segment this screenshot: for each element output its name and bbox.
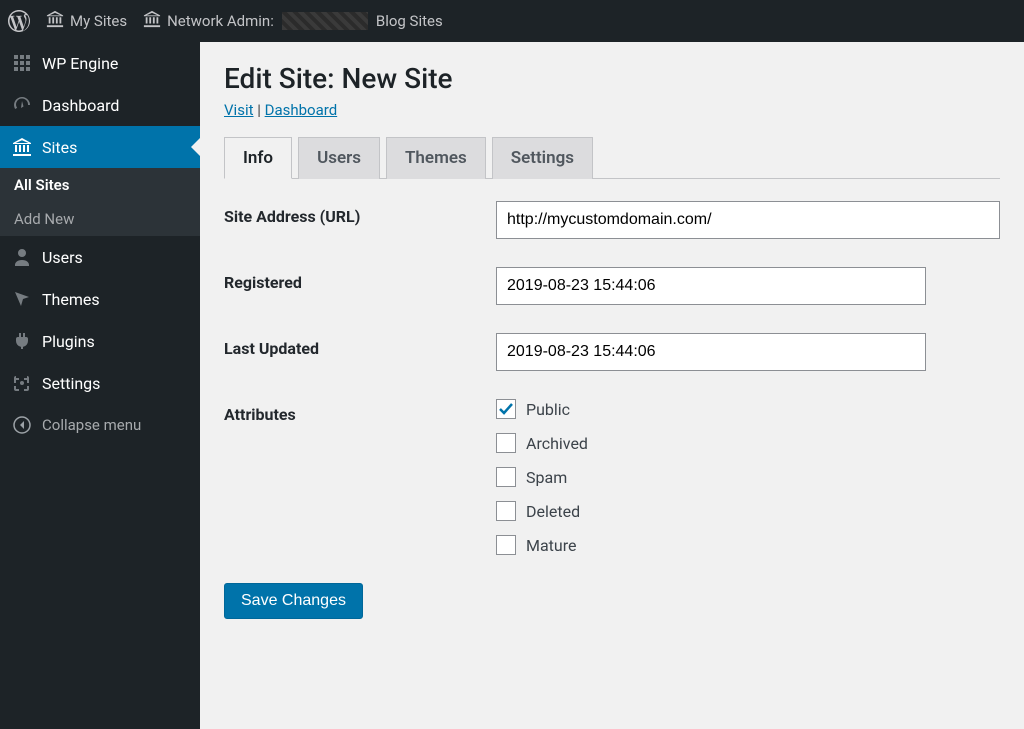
- mysites-label: My Sites: [70, 12, 127, 30]
- menu-wpengine[interactable]: WP Engine: [0, 42, 200, 84]
- input-registered[interactable]: [496, 267, 926, 305]
- network-admin-link[interactable]: Network Admin: Blog Sites: [143, 10, 443, 32]
- menu-sites-label: Sites: [42, 138, 77, 157]
- menu-themes-label: Themes: [42, 290, 100, 309]
- menu-dashboard-label: Dashboard: [42, 96, 119, 115]
- menu-users[interactable]: Users: [0, 236, 200, 278]
- attr-deleted-label: Deleted: [526, 502, 580, 521]
- admin-toolbar: My Sites Network Admin: Blog Sites: [0, 0, 1024, 42]
- tab-settings[interactable]: Settings: [492, 137, 593, 179]
- sites-icon: [12, 137, 32, 157]
- main-content: Edit Site: New Site Visit | Dashboard In…: [200, 42, 1024, 729]
- separator: |: [257, 101, 264, 119]
- collapse-label: Collapse menu: [42, 416, 141, 434]
- label-registered: Registered: [224, 267, 496, 292]
- menu-plugins-label: Plugins: [42, 332, 95, 351]
- submenu-add-new[interactable]: Add New: [0, 202, 200, 236]
- attr-spam-label: Spam: [526, 468, 567, 487]
- mysites-link[interactable]: My Sites: [46, 10, 127, 32]
- subactions: Visit | Dashboard: [224, 101, 1000, 119]
- nav-tabs: Info Users Themes Settings: [224, 137, 1000, 179]
- settings-icon: [12, 373, 32, 393]
- submenu-sites: All Sites Add New: [0, 168, 200, 236]
- redacted-sitename: [282, 12, 368, 30]
- tab-themes[interactable]: Themes: [386, 137, 486, 179]
- menu-wpengine-label: WP Engine: [42, 54, 118, 73]
- submenu-all-sites[interactable]: All Sites: [0, 168, 200, 202]
- label-attributes: Attributes: [224, 399, 496, 424]
- input-last-updated[interactable]: [496, 333, 926, 371]
- page-title: Edit Site: New Site: [224, 62, 1000, 95]
- checkbox-archived[interactable]: [496, 433, 516, 453]
- checkbox-deleted[interactable]: [496, 501, 516, 521]
- attr-mature-label: Mature: [526, 536, 576, 555]
- menu-sites[interactable]: Sites: [0, 126, 200, 168]
- attr-spam[interactable]: Spam: [496, 467, 1000, 487]
- menu-users-label: Users: [42, 248, 83, 267]
- collapse-menu[interactable]: Collapse menu: [0, 404, 200, 446]
- menu-themes[interactable]: Themes: [0, 278, 200, 320]
- wordpress-logo[interactable]: [8, 10, 30, 32]
- attr-archived[interactable]: Archived: [496, 433, 1000, 453]
- network-admin-label: Network Admin:: [167, 12, 274, 30]
- themes-icon: [12, 289, 32, 309]
- checkbox-spam[interactable]: [496, 467, 516, 487]
- collapse-icon: [12, 415, 32, 435]
- input-site-address[interactable]: [496, 201, 1000, 239]
- tab-users[interactable]: Users: [298, 137, 380, 179]
- attr-mature[interactable]: Mature: [496, 535, 1000, 555]
- attr-public-label: Public: [526, 400, 570, 419]
- menu-dashboard[interactable]: Dashboard: [0, 84, 200, 126]
- attr-archived-label: Archived: [526, 434, 588, 453]
- label-last-updated: Last Updated: [224, 333, 496, 358]
- label-site-address: Site Address (URL): [224, 201, 496, 226]
- users-icon: [12, 247, 32, 267]
- checkbox-public[interactable]: [496, 399, 516, 419]
- edit-site-form: Site Address (URL) Registered Last Updat…: [224, 201, 1000, 619]
- menu-settings[interactable]: Settings: [0, 362, 200, 404]
- checkbox-mature[interactable]: [496, 535, 516, 555]
- network-site-suffix: Blog Sites: [376, 12, 443, 30]
- attr-public[interactable]: Public: [496, 399, 1000, 419]
- dashboard-icon: [12, 95, 32, 115]
- save-button[interactable]: Save Changes: [224, 583, 363, 619]
- plugins-icon: [12, 331, 32, 351]
- admin-sidebar: WP Engine Dashboard Sites All Sites Add …: [0, 42, 200, 729]
- dashboard-link[interactable]: Dashboard: [265, 101, 338, 119]
- wpengine-icon: [12, 53, 32, 73]
- attr-deleted[interactable]: Deleted: [496, 501, 1000, 521]
- menu-plugins[interactable]: Plugins: [0, 320, 200, 362]
- visit-link[interactable]: Visit: [224, 101, 254, 119]
- menu-settings-label: Settings: [42, 374, 100, 393]
- tab-info[interactable]: Info: [224, 137, 292, 179]
